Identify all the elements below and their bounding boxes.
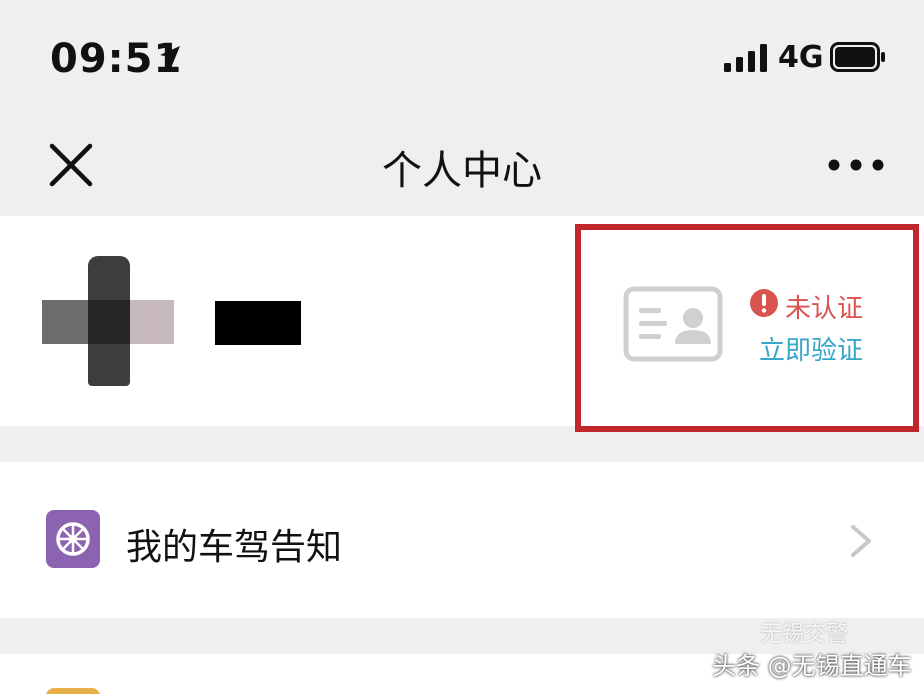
status-bar: 09:51 4G — [0, 0, 924, 110]
battery-icon — [830, 42, 885, 72]
watermark: 头条 @无锡直通车 — [712, 652, 912, 680]
menu-item-vehicle-notice[interactable]: 我的车驾告知 — [0, 462, 924, 618]
network-type: 4G — [778, 40, 824, 75]
menu-icon-partial — [46, 688, 100, 694]
wheel-icon — [46, 510, 100, 568]
location-arrow-icon — [160, 46, 180, 68]
watermark-faint: 无锡交警 — [760, 622, 849, 647]
verify-now-link[interactable]: 立即验证 — [759, 330, 863, 367]
id-card-icon — [623, 286, 723, 362]
avatar — [42, 256, 174, 388]
chevron-right-icon — [851, 525, 871, 557]
verification-panel[interactable]: 未认证 立即验证 — [575, 224, 919, 432]
user-name-redacted — [215, 301, 301, 345]
signal-icon — [724, 44, 767, 72]
warning-icon — [750, 289, 778, 317]
verification-status: 未认证 — [785, 294, 864, 324]
nav-bar: 个人中心 — [0, 110, 924, 216]
menu-item-label: 我的车驾告知 — [126, 527, 343, 568]
page-title: 个人中心 — [382, 148, 542, 194]
more-icon[interactable] — [826, 140, 886, 190]
